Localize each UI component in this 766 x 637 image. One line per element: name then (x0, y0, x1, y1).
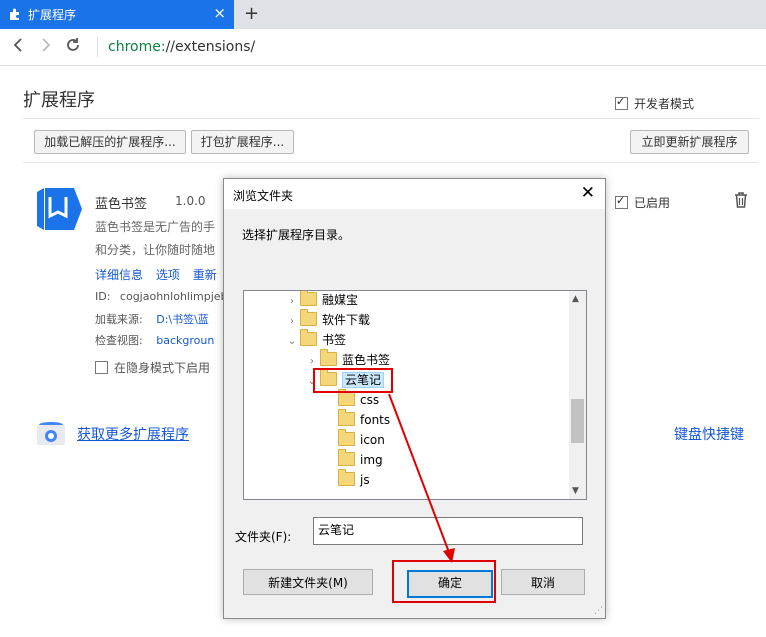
folder-icon (338, 409, 355, 426)
tree-item-label: 书签 (322, 333, 347, 347)
folder-tree[interactable]: › 融媒宝 › 软件下载 ⌄ 书签 › 蓝色书签 ⌄ 云笔记 css fonts icon img js ▲… (243, 290, 587, 500)
address-bar-row: chrome://extensions/ (0, 29, 766, 66)
tree-item[interactable]: › 蓝色书签 (304, 349, 391, 370)
details-link[interactable]: 详细信息 (95, 268, 143, 282)
resize-grip-icon[interactable]: ⋰ (594, 606, 603, 616)
load-unpacked-button[interactable]: 加载已解压的扩展程序... (34, 130, 186, 154)
reload-icon[interactable] (65, 37, 81, 58)
dialog-close-icon[interactable]: ✕ (581, 183, 595, 203)
extension-logo-icon (34, 184, 84, 237)
tree-item-label: 融媒宝 (322, 293, 359, 307)
update-extensions-button[interactable]: 立即更新扩展程序 (630, 130, 749, 154)
developer-mode-label: 开发者模式 (634, 97, 695, 111)
extension-links: 详细信息 选项 重新 (95, 266, 217, 283)
get-more-extensions-link[interactable]: 获取更多扩展程序 (77, 424, 189, 444)
page-title: 扩展程序 (23, 90, 95, 111)
tree-item-label: 软件下载 (322, 313, 371, 327)
tree-item[interactable]: icon (322, 429, 385, 450)
extension-version: 1.0.0 (175, 194, 206, 208)
dialog-title: 浏览文件夹 (233, 189, 294, 203)
extension-description-line: 蓝色书签是无广告的手 (95, 220, 216, 234)
new-folder-button[interactable]: 新建文件夹(M) (243, 569, 373, 595)
folder-icon (338, 469, 355, 486)
incognito-label: 在隐身模式下启用 (114, 361, 211, 375)
folder-field-label: 文件夹(F): (235, 530, 292, 544)
id-value: cogjaohnlohlimpjeb (119, 290, 228, 303)
enabled-label: 已启用 (634, 196, 671, 210)
tree-item-label: fonts (360, 413, 391, 427)
forward-icon[interactable] (40, 37, 52, 58)
incognito-toggle[interactable]: 在隐身模式下启用 (95, 359, 210, 376)
folder-icon (338, 449, 355, 466)
developer-mode-toggle[interactable]: 开发者模式 (615, 95, 694, 112)
extension-id-row: ID: cogjaohnlohlimpjeb (95, 290, 228, 303)
folder-icon (300, 309, 317, 326)
developer-mode-checkbox[interactable] (615, 95, 628, 110)
url-scheme: chrome: (108, 39, 166, 55)
scroll-thumb[interactable] (571, 399, 584, 443)
dialog-instruction: 选择扩展程序目录。 (242, 228, 351, 242)
tree-item[interactable]: › 融媒宝 (284, 291, 359, 312)
tree-item[interactable]: ⌄ 书签 (284, 329, 347, 352)
folder-icon (338, 389, 355, 406)
scroll-up-icon[interactable]: ▲ (572, 294, 579, 304)
chevron-right-icon[interactable]: › (284, 292, 300, 312)
dialog-titlebar: 浏览文件夹 ✕ (224, 179, 605, 209)
source-value[interactable]: D:\书签\蓝 (156, 313, 209, 326)
tab-strip: 扩展程序 × + (0, 0, 766, 29)
extension-source-row: 加载来源: D:\书签\蓝 (95, 311, 209, 327)
pack-extension-button[interactable]: 打包扩展程序... (191, 130, 294, 154)
url-path: //extensions/ (165, 39, 256, 55)
extension-description-line: 和分类，让你随时随地 (95, 243, 216, 257)
divider (23, 118, 759, 119)
tab-title: 扩展程序 (28, 8, 77, 22)
options-link[interactable]: 选项 (156, 268, 180, 282)
tree-item-label: css (360, 393, 380, 407)
tree-item[interactable]: fonts (322, 409, 391, 430)
inspect-link[interactable]: backgroun (156, 334, 214, 347)
folder-icon (300, 291, 317, 306)
chevron-down-icon[interactable]: ⌄ (284, 332, 300, 352)
folder-icon (320, 349, 337, 366)
chrome-webstore-icon (36, 421, 66, 448)
id-label: ID: (95, 290, 111, 303)
browse-folder-dialog: 浏览文件夹 ✕ 选择扩展程序目录。 › 融媒宝 › 软件下载 ⌄ 书签 › 蓝色书签 ⌄ 云笔记 c… (223, 178, 606, 619)
scroll-down-icon[interactable]: ▼ (572, 486, 579, 496)
divider (23, 162, 759, 163)
new-tab-button[interactable]: + (244, 3, 259, 24)
incognito-checkbox[interactable] (95, 361, 108, 374)
annotation-box-ok-button (392, 560, 496, 603)
tree-item-label: 蓝色书签 (342, 353, 391, 367)
extension-name: 蓝色书签 (95, 197, 148, 212)
extension-inspect-row: 检查视图: backgroun (95, 332, 214, 348)
tree-item[interactable]: img (322, 449, 383, 470)
inspect-label: 检查视图: (95, 334, 143, 347)
folder-input[interactable]: 云笔记 (313, 517, 583, 545)
cancel-button[interactable]: 取消 (501, 569, 585, 595)
trash-icon[interactable] (734, 192, 748, 211)
tree-item-label: js (360, 473, 370, 487)
folder-icon (338, 429, 355, 446)
source-label: 加载来源: (95, 313, 143, 326)
tree-item[interactable]: js (322, 469, 370, 490)
tree-item[interactable]: › 软件下载 (284, 309, 371, 332)
tree-scrollbar[interactable]: ▲ ▼ (569, 291, 586, 499)
folder-icon (300, 329, 317, 346)
back-icon[interactable] (12, 37, 24, 58)
url-field[interactable]: chrome://extensions/ (97, 37, 255, 57)
tree-item[interactable]: css (322, 389, 380, 410)
reload-link[interactable]: 重新 (193, 268, 217, 282)
annotation-box-selected-folder (313, 368, 393, 393)
keyboard-shortcuts-link[interactable]: 键盘快捷键 (674, 424, 744, 444)
enabled-checkbox[interactable] (615, 194, 628, 209)
puzzle-icon (8, 7, 22, 24)
chevron-right-icon[interactable]: › (284, 312, 300, 332)
enabled-toggle[interactable]: 已启用 (615, 194, 670, 211)
tab-close-icon[interactable]: × (213, 4, 226, 22)
tab-extensions[interactable]: 扩展程序 × (0, 0, 234, 29)
tree-item-label: img (360, 453, 383, 467)
tree-item-label: icon (360, 433, 385, 447)
